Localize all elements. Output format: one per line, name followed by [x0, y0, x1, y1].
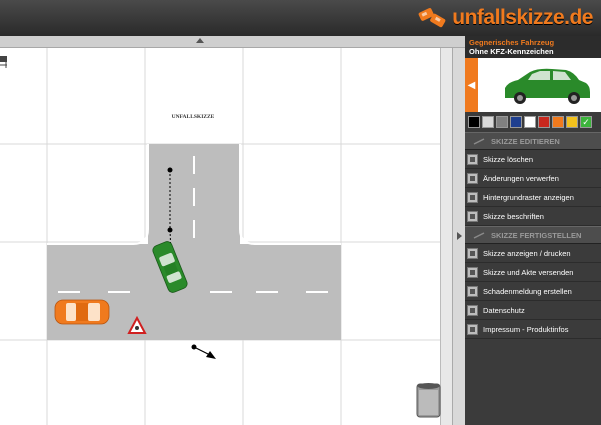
report-icon [467, 285, 478, 297]
canvas-scrollbar[interactable] [440, 48, 452, 425]
header-bar: unfallskizze.de [0, 0, 601, 36]
info-icon [467, 323, 478, 335]
menu-imprint[interactable]: Impressum - Produktinfos [465, 320, 601, 339]
logo[interactable]: unfallskizze.de [416, 4, 593, 32]
menu-damage-report[interactable]: Schadenmeldung erstellen [465, 282, 601, 301]
chevron-left-icon: ◀ [467, 79, 476, 91]
menu-discard-changes[interactable]: Änderungen verwerfen [465, 169, 601, 188]
chevron-right-icon [457, 232, 462, 240]
pencil-icon [473, 138, 485, 145]
color-swatch-yellow[interactable] [566, 116, 578, 128]
sketch-drawing[interactable]: UNFALLSKIZZE [0, 48, 440, 425]
menu-delete-sketch[interactable]: Skizze löschen [465, 150, 601, 169]
menu-privacy[interactable]: Datenschutz [465, 301, 601, 320]
previous-vehicle-button[interactable]: ◀ [465, 58, 478, 112]
color-swatch-white[interactable] [524, 116, 536, 128]
sidebar: Gegnerisches Fahrzeug Ohne KFZ-Kennzeich… [465, 36, 601, 425]
direction-arrow[interactable] [191, 344, 217, 360]
section-edit-header: SKIZZE EDITIEREN [465, 132, 601, 150]
privacy-icon [467, 304, 478, 316]
trash-icon[interactable] [416, 382, 441, 419]
undo-icon [467, 172, 478, 184]
watermark-text: UNFALLSKIZZE [172, 114, 215, 120]
sketch-canvas[interactable]: UNFALLSKIZZE [0, 48, 440, 425]
app-window: unfallskizze.de UNFALLSKIZZE Gegnerische… [0, 0, 601, 425]
color-swatch-gray[interactable] [496, 116, 508, 128]
chevron-up-icon [196, 38, 204, 43]
menu-send-file[interactable]: Skizze und Akte versenden [465, 263, 601, 282]
color-swatches: ✓ [465, 112, 601, 132]
canvas-top-toggle[interactable] [0, 36, 465, 48]
vehicle-preview-car [505, 68, 590, 104]
text-icon [467, 210, 478, 222]
orange-car[interactable] [54, 299, 110, 325]
color-swatch-black[interactable] [468, 116, 480, 128]
grid-icon [467, 191, 478, 203]
color-swatch-orange[interactable] [552, 116, 564, 128]
vehicle-subtitle: Ohne KFZ-Kennzeichen [469, 47, 554, 56]
menu-show-grid[interactable]: Hintergrundraster anzeigen [465, 188, 601, 207]
canvas-left-controls[interactable] [0, 56, 7, 68]
menu-show-print[interactable]: Skizze anzeigen / drucken [465, 244, 601, 263]
logo-text: unfallskizze.de [452, 6, 593, 29]
section-finish-header: SKIZZE FERTIGSTELLEN [465, 226, 601, 244]
vehicle-preview: ◀ [465, 58, 601, 112]
delete-icon [467, 153, 478, 165]
color-swatch-blue[interactable] [510, 116, 522, 128]
crash-logo-icon [418, 8, 446, 28]
print-icon [467, 247, 478, 259]
sidebar-collapse-toggle[interactable] [452, 48, 465, 425]
color-swatch-green-selected[interactable]: ✓ [580, 116, 592, 128]
vehicle-title: Gegnerisches Fahrzeug [469, 38, 555, 47]
menu-label-sketch[interactable]: Skizze beschriften [465, 207, 601, 226]
color-swatch-red[interactable] [538, 116, 550, 128]
vehicle-header: Gegnerisches Fahrzeug Ohne KFZ-Kennzeich… [465, 36, 601, 58]
color-swatch-lightgray[interactable] [482, 116, 494, 128]
send-icon [467, 266, 478, 278]
pencil-icon [473, 232, 485, 239]
